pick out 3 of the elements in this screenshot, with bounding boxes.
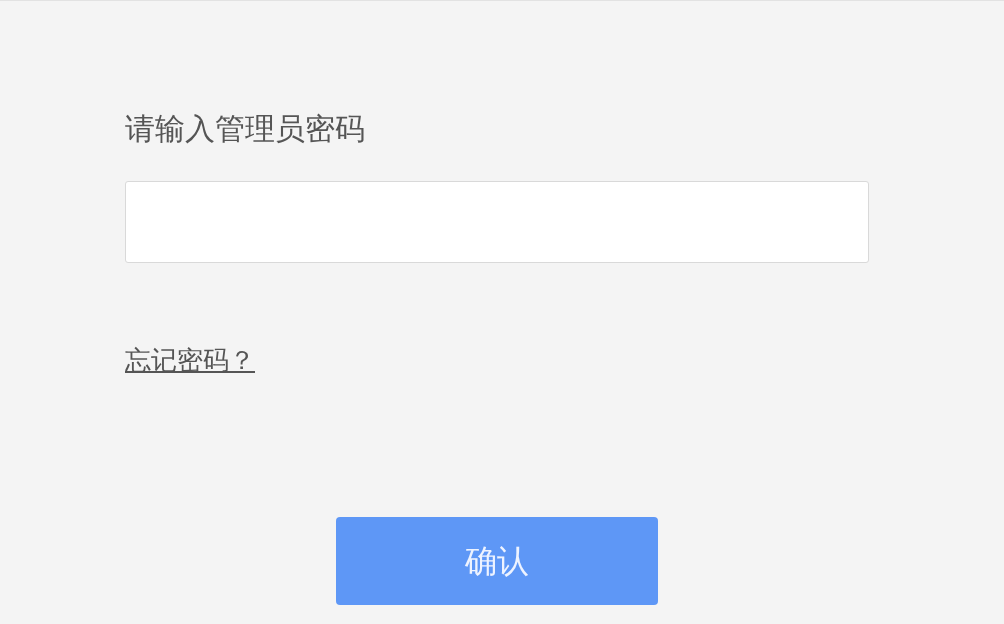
password-field[interactable] <box>125 181 869 263</box>
forgot-password-link[interactable]: 忘记密码？ <box>125 343 255 377</box>
form-title: 请输入管理员密码 <box>125 110 365 148</box>
